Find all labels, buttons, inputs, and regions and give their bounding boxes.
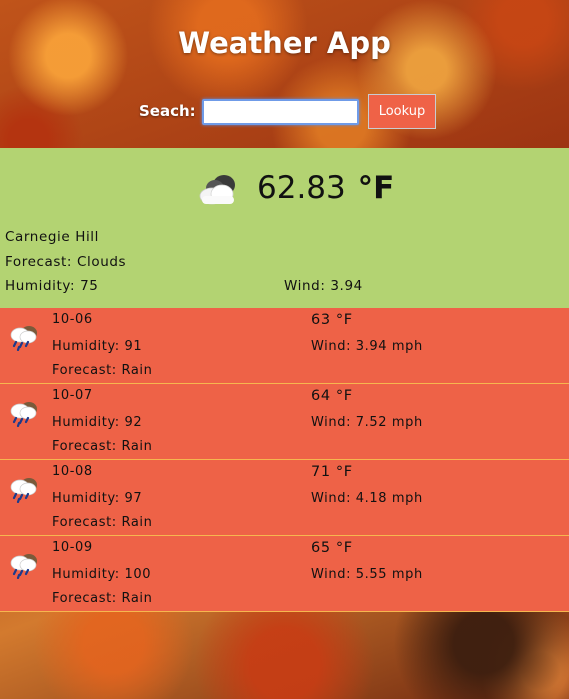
current-wind: Wind: 3.94 <box>284 278 363 294</box>
current-weather-panel: 62.83 °F Carnegie Hill Forecast: Clouds … <box>0 148 569 308</box>
forecast-date: 10-09 <box>52 540 93 555</box>
forecast-temperature: 65 °F <box>311 540 353 556</box>
forecast-wind: Wind: 3.94 mph <box>311 339 423 354</box>
search-label: Seach: <box>139 102 196 120</box>
current-temperature: 62.83 °F <box>257 170 394 206</box>
rain-icon <box>7 323 41 351</box>
forecast-row: 10-09 Humidity: 100 Forecast: Rain 65 °F… <box>0 536 569 612</box>
clouds-icon <box>196 172 240 206</box>
current-humidity: Humidity: 75 <box>5 278 99 294</box>
forecast-condition: Forecast: Rain <box>52 515 153 530</box>
forecast-condition: Forecast: Rain <box>52 439 153 454</box>
forecast-date: 10-07 <box>52 388 93 403</box>
app-title: Weather App <box>178 26 391 60</box>
forecast-humidity: Humidity: 91 <box>52 339 143 354</box>
forecast-list: 10-06 Humidity: 91 Forecast: Rain 63 °F … <box>0 308 569 612</box>
forecast-humidity: Humidity: 100 <box>52 567 152 582</box>
rain-icon <box>7 399 41 427</box>
forecast-temperature: 63 °F <box>311 312 353 328</box>
current-location: Carnegie Hill <box>5 229 99 245</box>
forecast-date: 10-06 <box>52 312 93 327</box>
forecast-humidity: Humidity: 92 <box>52 415 143 430</box>
forecast-row: 10-07 Humidity: 92 Forecast: Rain 64 °F … <box>0 384 569 460</box>
forecast-condition: Forecast: Rain <box>52 363 153 378</box>
forecast-wind: Wind: 7.52 mph <box>311 415 423 430</box>
current-temperature-value: 62.83 <box>257 170 346 206</box>
forecast-date: 10-08 <box>52 464 93 479</box>
search-input[interactable] <box>202 99 359 125</box>
rain-icon <box>7 475 41 503</box>
forecast-temperature: 71 °F <box>311 464 353 480</box>
forecast-temperature: 64 °F <box>311 388 353 404</box>
header: Weather App Seach: Lookup <box>0 0 569 148</box>
forecast-wind: Wind: 5.55 mph <box>311 567 423 582</box>
lookup-button[interactable]: Lookup <box>368 94 436 129</box>
current-forecast: Forecast: Clouds <box>5 254 127 270</box>
rain-icon <box>7 551 41 579</box>
forecast-row: 10-08 Humidity: 97 Forecast: Rain 71 °F … <box>0 460 569 536</box>
forecast-humidity: Humidity: 97 <box>52 491 143 506</box>
forecast-condition: Forecast: Rain <box>52 591 153 606</box>
forecast-wind: Wind: 4.18 mph <box>311 491 423 506</box>
current-temperature-unit: °F <box>357 170 395 206</box>
forecast-row: 10-06 Humidity: 91 Forecast: Rain 63 °F … <box>0 308 569 384</box>
